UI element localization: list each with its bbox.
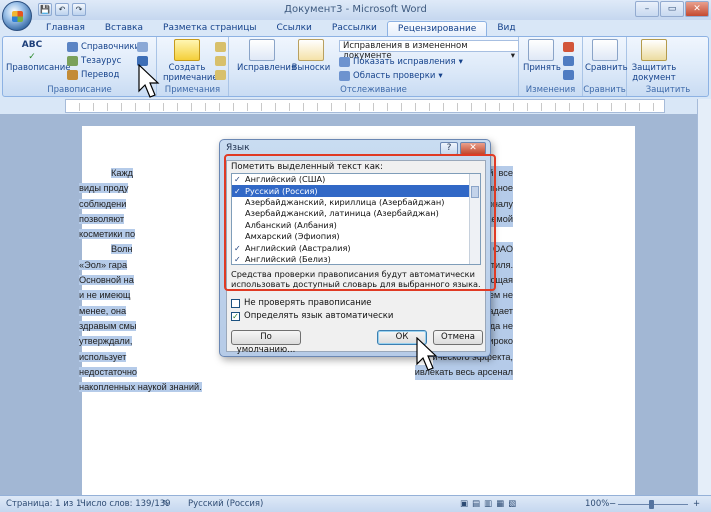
mouse-cursor-icon (416, 337, 438, 371)
thesaurus-icon (67, 55, 78, 66)
translate-icon (67, 69, 78, 80)
translation-tooltip-button[interactable] (137, 41, 148, 52)
reviewing-pane-button[interactable]: Область проверки ▾ (339, 70, 443, 81)
book-icon (67, 41, 78, 52)
show-markup-icon (339, 56, 350, 67)
vertical-scrollbar[interactable] (697, 99, 711, 495)
tooltip-icon (137, 41, 148, 52)
reviewing-pane-icon (339, 70, 350, 81)
tab-mailings[interactable]: Рассылки (322, 21, 387, 37)
next-change-button[interactable] (563, 69, 574, 80)
delete-comment-icon (215, 41, 226, 52)
zoom-in-icon[interactable]: + (693, 499, 700, 509)
ribbon: ABC ✓ Правописание Справочники Тезаурус П… (2, 36, 709, 97)
highlight-frame (224, 154, 496, 291)
zoom-out-icon[interactable]: − (609, 499, 616, 509)
dialog-title: Язык (226, 143, 250, 153)
ribbon-tabs: Главная Вставка Разметка страницы Ссылки… (36, 21, 526, 37)
checkbox-box[interactable]: ✓ (231, 311, 240, 321)
balloons-icon (298, 39, 324, 61)
previous-change-button[interactable] (563, 55, 574, 66)
track-changes-button[interactable]: Исправления (237, 39, 296, 73)
proofing-group: ABC ✓ Правописание Справочники Тезаурус П… (3, 37, 157, 96)
track-changes-icon (249, 39, 275, 61)
compare-button[interactable]: Сравнить (585, 39, 628, 73)
proofing-status-icon[interactable]: ✎ (162, 499, 169, 509)
window-controls: – ▭ ✕ (635, 1, 709, 17)
balloons-button[interactable]: Выноски (289, 39, 333, 73)
show-markup-button[interactable]: Показать исправления ▾ (339, 56, 463, 67)
previous-comment-icon (215, 55, 226, 66)
comments-group: Создать примечание Примечания (157, 37, 229, 96)
horizontal-ruler[interactable] (65, 99, 665, 113)
tab-references[interactable]: Ссылки (267, 21, 322, 37)
close-button[interactable]: ✕ (685, 1, 709, 17)
accept-button[interactable]: Принять (523, 39, 561, 73)
thesaurus-button[interactable]: Тезаурус (67, 55, 121, 66)
compare-icon (592, 39, 618, 61)
default-button[interactable]: По умолчанию... (231, 330, 301, 355)
chevron-down-icon: ▾ (438, 70, 443, 81)
lock-icon (641, 39, 667, 61)
mouse-cursor-icon (138, 64, 160, 98)
page-count[interactable]: Страница: 1 из 1 (6, 499, 81, 509)
tab-view[interactable]: Вид (487, 21, 525, 37)
display-for-review-select[interactable]: Исправления в измененном документе ▾ (339, 40, 519, 61)
title-bar: 💾 ↶ ↷ Документ3 - Microsoft Word – ▭ ✕ (0, 0, 711, 31)
next-change-icon (563, 69, 574, 80)
protect-group: Защитить документ Защитить (627, 37, 709, 96)
previous-change-icon (563, 55, 574, 66)
changes-group: Принять Изменения (519, 37, 583, 96)
compare-group: Сравнить Сравнить (583, 37, 628, 96)
tracking-group: Исправления Выноски Исправления в измене… (229, 37, 519, 96)
word-count[interactable]: Число слов: 139/139 (80, 499, 171, 509)
checkbox-box[interactable] (231, 298, 240, 308)
previous-comment-button[interactable] (215, 55, 226, 66)
tab-page-layout[interactable]: Разметка страницы (153, 21, 267, 37)
tab-review[interactable]: Рецензирование (386, 21, 488, 37)
office-button[interactable] (2, 1, 32, 31)
language-status[interactable]: Русский (Россия) (188, 499, 263, 509)
auto-detect-checkbox[interactable]: ✓ Определять язык автоматически (231, 311, 393, 321)
reject-icon (563, 41, 574, 52)
view-buttons[interactable]: ▣▤▥▦▧ (460, 499, 520, 509)
protect-document-button[interactable]: Защитить документ (629, 39, 679, 83)
zoom-level[interactable]: 100% (585, 499, 609, 509)
tab-insert[interactable]: Вставка (95, 21, 153, 37)
tab-home[interactable]: Главная (36, 21, 95, 37)
chevron-down-icon: ▾ (510, 51, 515, 61)
new-comment-button[interactable]: Создать примечание (163, 39, 218, 83)
cancel-button[interactable]: Отмена (433, 330, 483, 345)
window-title: Документ3 - Microsoft Word (284, 4, 427, 15)
spelling-button[interactable]: ABC ✓ Правописание (6, 39, 70, 73)
minimize-button[interactable]: – (635, 1, 659, 17)
delete-comment-button[interactable] (215, 41, 226, 52)
reject-button[interactable] (563, 41, 574, 52)
next-comment-icon (215, 69, 226, 80)
next-comment-button[interactable] (215, 69, 226, 80)
abc-check-icon: ABC ✓ (21, 40, 43, 62)
chevron-down-icon: ▾ (458, 56, 463, 67)
status-bar: Страница: 1 из 1 Число слов: 139/139 ✎ Р… (0, 495, 711, 512)
accept-icon (528, 39, 554, 61)
no-proof-checkbox[interactable]: Не проверять правописание (231, 298, 372, 308)
maximize-button[interactable]: ▭ (660, 1, 684, 17)
zoom-slider-thumb[interactable] (649, 500, 654, 509)
research-button[interactable]: Справочники (67, 41, 140, 52)
translate-button[interactable]: Перевод (67, 69, 119, 80)
new-comment-icon (174, 39, 200, 61)
